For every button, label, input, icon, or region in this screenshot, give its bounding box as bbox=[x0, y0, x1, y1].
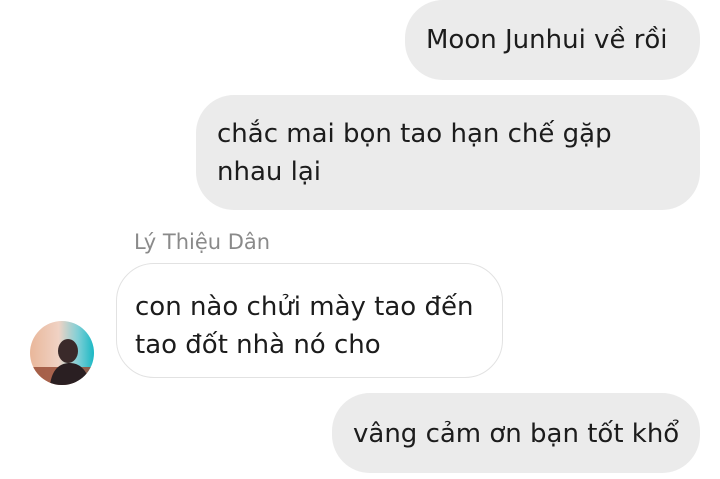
message-text-line: chắc mai bọn tao hạn chế gặp bbox=[217, 119, 612, 149]
outgoing-message[interactable]: chắc mai bọn tao hạn chế gặp nhau lại bbox=[196, 95, 700, 210]
message-text-line: nhau lại bbox=[217, 157, 322, 187]
outgoing-message[interactable]: Moon Junhui về rồi bbox=[405, 0, 700, 80]
incoming-message[interactable]: con nào chửi mày tao đến tao đốt nhà nó … bbox=[116, 263, 503, 378]
message-text: Moon Junhui về rồi bbox=[426, 25, 668, 55]
outgoing-message[interactable]: vâng cảm ơn bạn tốt khổ bbox=[332, 393, 700, 473]
avatar-photo-icon bbox=[30, 321, 94, 385]
sender-name: Lý Thiệu Dân bbox=[134, 230, 271, 254]
message-text-line: con nào chửi mày tao đến bbox=[135, 292, 474, 322]
sender-avatar[interactable] bbox=[30, 321, 94, 385]
message-text: vâng cảm ơn bạn tốt khổ bbox=[353, 419, 680, 449]
message-text-line: tao đốt nhà nó cho bbox=[135, 330, 381, 360]
